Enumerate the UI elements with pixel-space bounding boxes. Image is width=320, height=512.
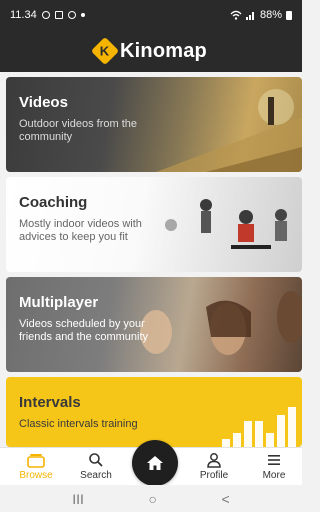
app-title: Kinomap xyxy=(120,39,207,62)
dot-icon xyxy=(80,13,85,17)
nav-more-label: More xyxy=(262,470,286,481)
signal-icon xyxy=(245,12,254,20)
recents-button[interactable]: III xyxy=(72,491,84,507)
app-header: K Kinomap xyxy=(0,30,302,72)
card-description: Videos scheduled by your friends and the… xyxy=(19,318,149,343)
messenger-notification-icon xyxy=(67,11,76,19)
category-card-intervals[interactable]: Intervals Classic intervals training xyxy=(6,377,302,447)
kinomap-logo-icon: K xyxy=(90,36,120,66)
card-title: Coaching xyxy=(19,194,88,211)
category-card-coaching[interactable]: Coaching Mostly indoor videos with advic… xyxy=(6,177,302,272)
status-time: 11.34 xyxy=(10,9,37,21)
category-card-videos[interactable]: Videos Outdoor videos from the community xyxy=(6,77,302,172)
nav-search-label: Search xyxy=(80,470,112,481)
system-home-button[interactable]: ○ xyxy=(148,491,156,507)
card-description: Mostly indoor videos with advices to kee… xyxy=(19,218,142,243)
nav-browse-label: Browse xyxy=(19,470,53,481)
nav-browse[interactable]: Browse xyxy=(6,452,66,481)
battery-icon xyxy=(286,10,292,20)
nav-search[interactable]: Search xyxy=(66,452,126,481)
browse-icon xyxy=(27,454,45,468)
card-description: Classic intervals training xyxy=(19,418,138,430)
menu-icon xyxy=(268,455,280,465)
battery-percentage: 88% xyxy=(259,9,282,21)
status-bar: 11.34 88% xyxy=(0,0,302,30)
card-description: Outdoor videos from the community xyxy=(19,118,138,143)
wifi-icon xyxy=(230,10,242,20)
circle-notification-icon xyxy=(41,11,50,19)
card-title: Intervals xyxy=(19,394,81,411)
nav-more[interactable]: More xyxy=(244,452,304,481)
profile-icon xyxy=(207,453,221,468)
card-title: Videos xyxy=(19,94,68,111)
back-button[interactable]: < xyxy=(222,491,230,507)
category-card-multiplayer[interactable]: Multiplayer Videos scheduled by your fri… xyxy=(6,277,302,372)
intervals-bars-graphic xyxy=(222,407,296,447)
home-icon xyxy=(147,456,163,470)
system-navigation-bar: III ○ < xyxy=(0,485,302,512)
home-button[interactable] xyxy=(132,440,178,486)
search-icon xyxy=(89,453,103,467)
card-title: Multiplayer xyxy=(19,294,99,311)
gallery-notification-icon xyxy=(54,11,63,19)
nav-profile-label: Profile xyxy=(199,470,229,481)
nav-profile[interactable]: Profile xyxy=(184,452,244,481)
